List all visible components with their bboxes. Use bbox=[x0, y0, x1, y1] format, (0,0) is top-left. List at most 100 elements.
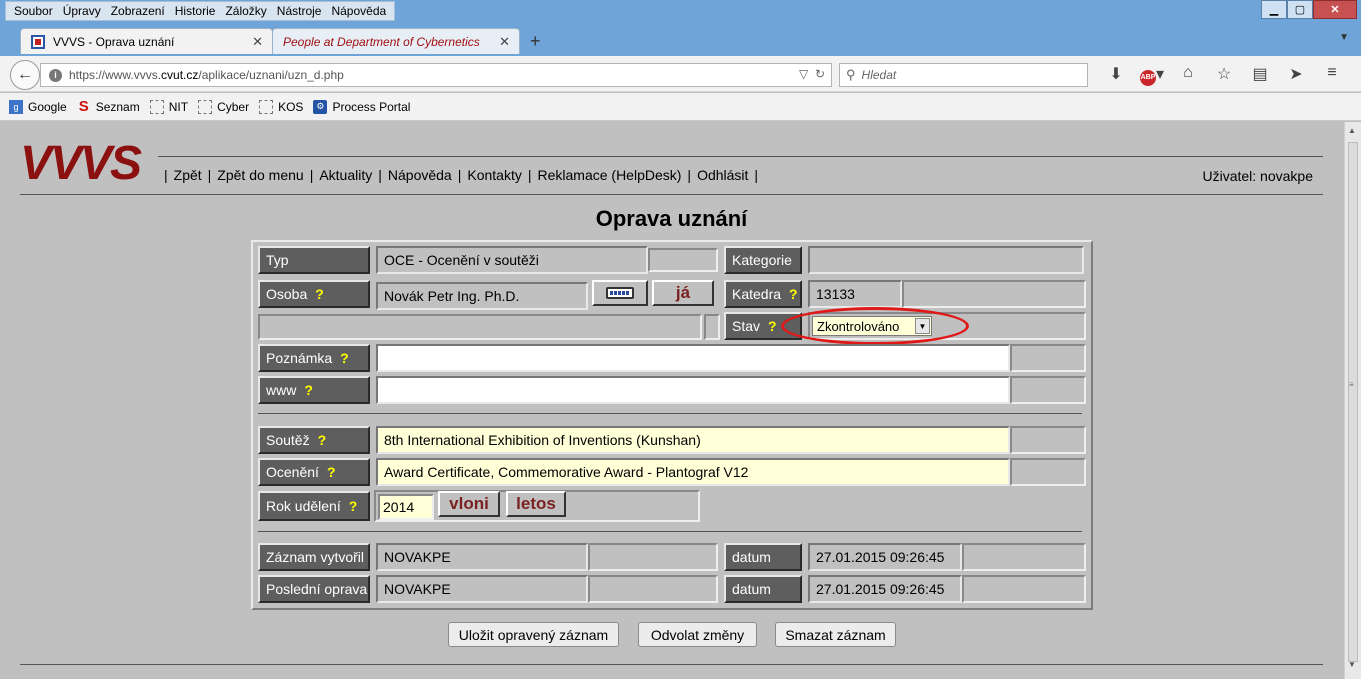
help-icon[interactable]: ? bbox=[327, 464, 336, 480]
bookmark-seznam[interactable]: S Seznam bbox=[77, 98, 140, 115]
datum-label: datum bbox=[724, 543, 802, 571]
rok-udeleni-label: Rok udělení? bbox=[258, 491, 370, 521]
menu-soubor[interactable]: Soubor bbox=[9, 4, 58, 18]
scroll-down-icon[interactable]: ▼ bbox=[1348, 660, 1356, 669]
bookmark-kos[interactable]: KOS bbox=[259, 99, 303, 114]
bookmark-label: Google bbox=[28, 99, 67, 114]
minimize-icon[interactable]: ▁ bbox=[1261, 0, 1287, 19]
star-icon[interactable]: ☆ bbox=[1206, 64, 1242, 86]
tab-vvvs[interactable]: VVVS - Oprava uznání ✕ bbox=[20, 28, 273, 54]
delete-button[interactable]: Smazat záznam bbox=[775, 622, 896, 647]
url-bar[interactable]: i https://www.vvvs.cvut.cz/aplikace/uzna… bbox=[40, 63, 832, 87]
top-navigation: | Zpět | Zpět do menu | Aktuality | Nápo… bbox=[158, 167, 764, 183]
close-tab-icon[interactable]: ✕ bbox=[252, 34, 263, 50]
typ-value: OCE - Ocenění v soutěži bbox=[376, 246, 648, 274]
back-arrow-icon[interactable]: ← bbox=[10, 60, 40, 90]
nav-odhlasit[interactable]: Odhlásit bbox=[697, 167, 748, 183]
bookmark-nit[interactable]: NIT bbox=[149, 99, 189, 114]
close-tab-icon[interactable]: ✕ bbox=[499, 34, 510, 50]
empty-cell bbox=[962, 543, 1086, 571]
window-controls: ▁ ▢ ✕ bbox=[1261, 0, 1357, 19]
bookmark-google[interactable]: g Google bbox=[9, 99, 67, 114]
url-prefix: https://www.vvvs. bbox=[69, 68, 162, 82]
process-portal-icon: ⚙ bbox=[313, 99, 328, 114]
empty-cell bbox=[1010, 426, 1086, 454]
label-text: Ocenění bbox=[266, 464, 319, 480]
menu-upravy[interactable]: Úpravy bbox=[58, 4, 106, 18]
typ-extra-cell bbox=[648, 248, 718, 272]
revert-button[interactable]: Odvolat změny bbox=[638, 622, 757, 647]
rok-input[interactable]: 2014 bbox=[378, 494, 434, 520]
tab-people-cybernetics[interactable]: People at Department of Cybernetics ✕ bbox=[272, 28, 520, 54]
vvvs-favicon-icon bbox=[31, 34, 45, 49]
menu-zobrazeni[interactable]: Zobrazení bbox=[106, 4, 170, 18]
help-icon[interactable]: ? bbox=[340, 350, 349, 366]
help-icon[interactable]: ? bbox=[304, 382, 313, 398]
label-text: Stav bbox=[732, 318, 761, 334]
new-tab-icon[interactable]: + bbox=[530, 31, 541, 52]
nav-aktuality[interactable]: Aktuality bbox=[319, 167, 372, 183]
download-icon[interactable]: ⬇ bbox=[1098, 64, 1134, 86]
reading-list-icon[interactable]: ▤ bbox=[1242, 64, 1278, 86]
send-icon[interactable]: ➤ bbox=[1278, 64, 1314, 86]
oceneni-input[interactable]: Award Certificate, Commemorative Award -… bbox=[376, 458, 1010, 486]
ja-button[interactable]: já bbox=[652, 280, 714, 306]
site-info-icon[interactable]: i bbox=[49, 68, 62, 82]
search-placeholder: Hledat bbox=[861, 68, 897, 82]
menu-historie[interactable]: Historie bbox=[170, 4, 221, 18]
bookmark-label: NIT bbox=[168, 99, 189, 114]
vloni-button[interactable]: vloni bbox=[438, 491, 500, 517]
person-card-button[interactable] bbox=[592, 280, 648, 306]
hamburger-menu-icon[interactable]: ≡ bbox=[1314, 64, 1350, 86]
divider bbox=[20, 664, 1323, 665]
save-button[interactable]: Uložit opravený záznam bbox=[448, 622, 619, 647]
empty-cell bbox=[1010, 376, 1086, 404]
nav-separator: | bbox=[687, 167, 692, 183]
scroll-thumb[interactable] bbox=[1348, 142, 1358, 662]
nav-zpet-do-menu[interactable]: Zpět do menu bbox=[217, 167, 303, 183]
osoba-label: Osoba? bbox=[258, 280, 370, 308]
url-path: /aplikace/uznani/uzn_d.php bbox=[198, 68, 344, 82]
help-icon[interactable]: ? bbox=[315, 286, 324, 302]
label-text: Katedra bbox=[732, 286, 782, 302]
scroll-up-icon[interactable]: ▲ bbox=[1348, 126, 1356, 135]
home-icon[interactable]: ⌂ bbox=[1170, 64, 1206, 86]
empty-cell bbox=[588, 575, 718, 603]
menu-bar: Soubor Úpravy Zobrazení Historie Záložky… bbox=[5, 1, 396, 21]
menu-nastroje[interactable]: Nástroje bbox=[272, 4, 327, 18]
menu-napoveda[interactable]: Nápověda bbox=[326, 4, 391, 18]
url-dropdown-reload-icons[interactable]: ▽ ↻ bbox=[799, 67, 825, 81]
nav-zpet[interactable]: Zpět bbox=[174, 167, 202, 183]
help-icon[interactable]: ? bbox=[349, 498, 358, 514]
search-input[interactable]: ⚲ Hledat bbox=[839, 63, 1088, 87]
help-icon[interactable]: ? bbox=[768, 318, 777, 334]
seznam-icon: S bbox=[78, 98, 89, 115]
posledni-oprava-value: NOVAKPE bbox=[376, 575, 588, 603]
label-text: datum bbox=[732, 581, 771, 597]
vertical-scrollbar[interactable]: ▲ ≡ ▼ bbox=[1344, 122, 1361, 679]
help-icon[interactable]: ? bbox=[789, 286, 798, 302]
divider bbox=[158, 156, 1323, 157]
letos-button[interactable]: letos bbox=[506, 491, 566, 517]
maximize-icon[interactable]: ▢ bbox=[1287, 0, 1313, 19]
adblock-icon[interactable]: ABP▾ bbox=[1134, 64, 1170, 86]
nav-kontakty[interactable]: Kontakty bbox=[467, 167, 521, 183]
nav-reklamace[interactable]: Reklamace (HelpDesk) bbox=[537, 167, 681, 183]
bookmark-cyber[interactable]: Cyber bbox=[198, 99, 249, 114]
katedra-extra-cell bbox=[902, 280, 1086, 308]
folder-icon bbox=[259, 99, 274, 114]
label-text: datum bbox=[732, 549, 771, 565]
www-input[interactable] bbox=[376, 376, 1010, 404]
nav-napoveda[interactable]: Nápověda bbox=[388, 167, 452, 183]
datum-opravy-value: 27.01.2015 09:26:45 bbox=[808, 575, 962, 603]
menu-zalozky[interactable]: Záložky bbox=[220, 4, 271, 18]
katedra-label: Katedra? bbox=[724, 280, 802, 308]
tab-list-chevron-icon[interactable]: ▼ bbox=[1339, 32, 1349, 43]
help-icon[interactable]: ? bbox=[318, 432, 327, 448]
close-window-icon[interactable]: ✕ bbox=[1313, 0, 1357, 19]
poznamka-input[interactable] bbox=[376, 344, 1010, 372]
label-text: Kategorie bbox=[732, 252, 792, 268]
soutez-input[interactable]: 8th International Exhibition of Inventio… bbox=[376, 426, 1010, 454]
bookmark-process-portal[interactable]: ⚙ Process Portal bbox=[313, 99, 410, 114]
label-text: www bbox=[266, 382, 297, 398]
